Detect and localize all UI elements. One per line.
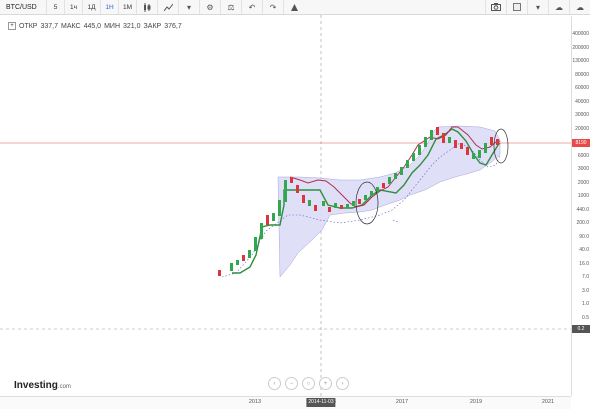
y-tick: 200000 [572, 44, 589, 51]
y-tick: 2000 [577, 179, 589, 186]
time-axis[interactable]: 2013 2015 2017 2019 2021 2014-11-03 [0, 396, 571, 409]
y-tick: 90.0 [579, 233, 589, 240]
y-tick: 7.0 [582, 274, 589, 280]
y-tick: 40.0 [579, 247, 589, 253]
settings-icon[interactable]: ⚙ [199, 0, 220, 14]
y-tick: 6000 [577, 152, 589, 159]
logo-suffix: .com [57, 384, 71, 390]
reset-button[interactable]: ○ [302, 377, 315, 390]
chart-navigation: ‹ − ○ + › [268, 377, 349, 390]
undo-icon[interactable]: ↶ [241, 0, 262, 14]
y-tick: 200.0 [576, 220, 589, 226]
current-price-tag: 8190 [572, 139, 590, 147]
y-tick: 40000 [575, 98, 589, 105]
interval-1w[interactable]: 1Н [100, 0, 118, 14]
balance-icon[interactable]: ⚖ [220, 0, 241, 14]
alert-icon[interactable] [283, 0, 304, 14]
dropdown-icon[interactable]: ▾ [527, 0, 548, 14]
y-tick: 1000 [577, 193, 589, 199]
interval-1h[interactable]: 1ч [64, 0, 82, 14]
zoom-in-button[interactable]: + [319, 377, 332, 390]
scroll-left-button[interactable]: ‹ [268, 377, 281, 390]
symbol-label[interactable]: BTC/USD [0, 4, 46, 11]
x-tick: 2021 [541, 399, 555, 405]
y-tick: 1.0 [582, 301, 589, 307]
y-tick: 20000 [575, 125, 589, 132]
cloud-load-icon[interactable]: ☁ [569, 0, 590, 14]
logo-brand: Investing [14, 380, 58, 391]
y-tick: 0.5 [582, 314, 589, 321]
bottom-price-tag: 0.2 [572, 325, 590, 333]
candles-icon[interactable] [136, 0, 157, 14]
y-tick: 440.0 [576, 206, 589, 213]
y-tick: 30000 [575, 112, 589, 118]
color-square-icon[interactable] [506, 0, 527, 14]
x-tick: 2019 [469, 399, 483, 405]
y-tick: 3000 [577, 166, 589, 172]
price-chart[interactable] [0, 15, 571, 396]
interval-1d[interactable]: 1Д [82, 0, 100, 14]
y-tick: 80000 [575, 71, 589, 78]
area-chart-icon[interactable] [157, 0, 178, 14]
dropdown-icon[interactable]: ▾ [178, 0, 199, 14]
outlier-dots [392, 219, 399, 223]
y-tick: 130000 [572, 58, 589, 64]
redo-icon[interactable]: ↷ [262, 0, 283, 14]
price-axis[interactable]: 400000 200000 130000 80000 60000 40000 30000 20… [571, 16, 590, 396]
cursor-date-label: 2014-11-03 [306, 398, 336, 407]
y-tick: 400000 [572, 31, 589, 37]
interval-5[interactable]: 5 [46, 0, 64, 14]
chart-toolbar: BTC/USD 5 1ч 1Д 1Н 1М ▾ ⚙ ⚖ ↶ ↷ ▾ ☁ ☁ [0, 0, 590, 15]
x-tick: 2017 [395, 399, 409, 405]
zoom-out-button[interactable]: − [285, 377, 298, 390]
y-tick: 3.0 [582, 287, 589, 294]
x-tick: 2013 [248, 399, 262, 405]
y-tick: 60000 [575, 85, 589, 91]
interval-1m[interactable]: 1М [118, 0, 136, 14]
scroll-right-button[interactable]: › [336, 377, 349, 390]
investing-logo: Investing.com [14, 380, 71, 391]
y-tick: 16.0 [579, 260, 589, 267]
cloud-save-icon[interactable]: ☁ [548, 0, 569, 14]
camera-icon[interactable] [485, 0, 506, 14]
